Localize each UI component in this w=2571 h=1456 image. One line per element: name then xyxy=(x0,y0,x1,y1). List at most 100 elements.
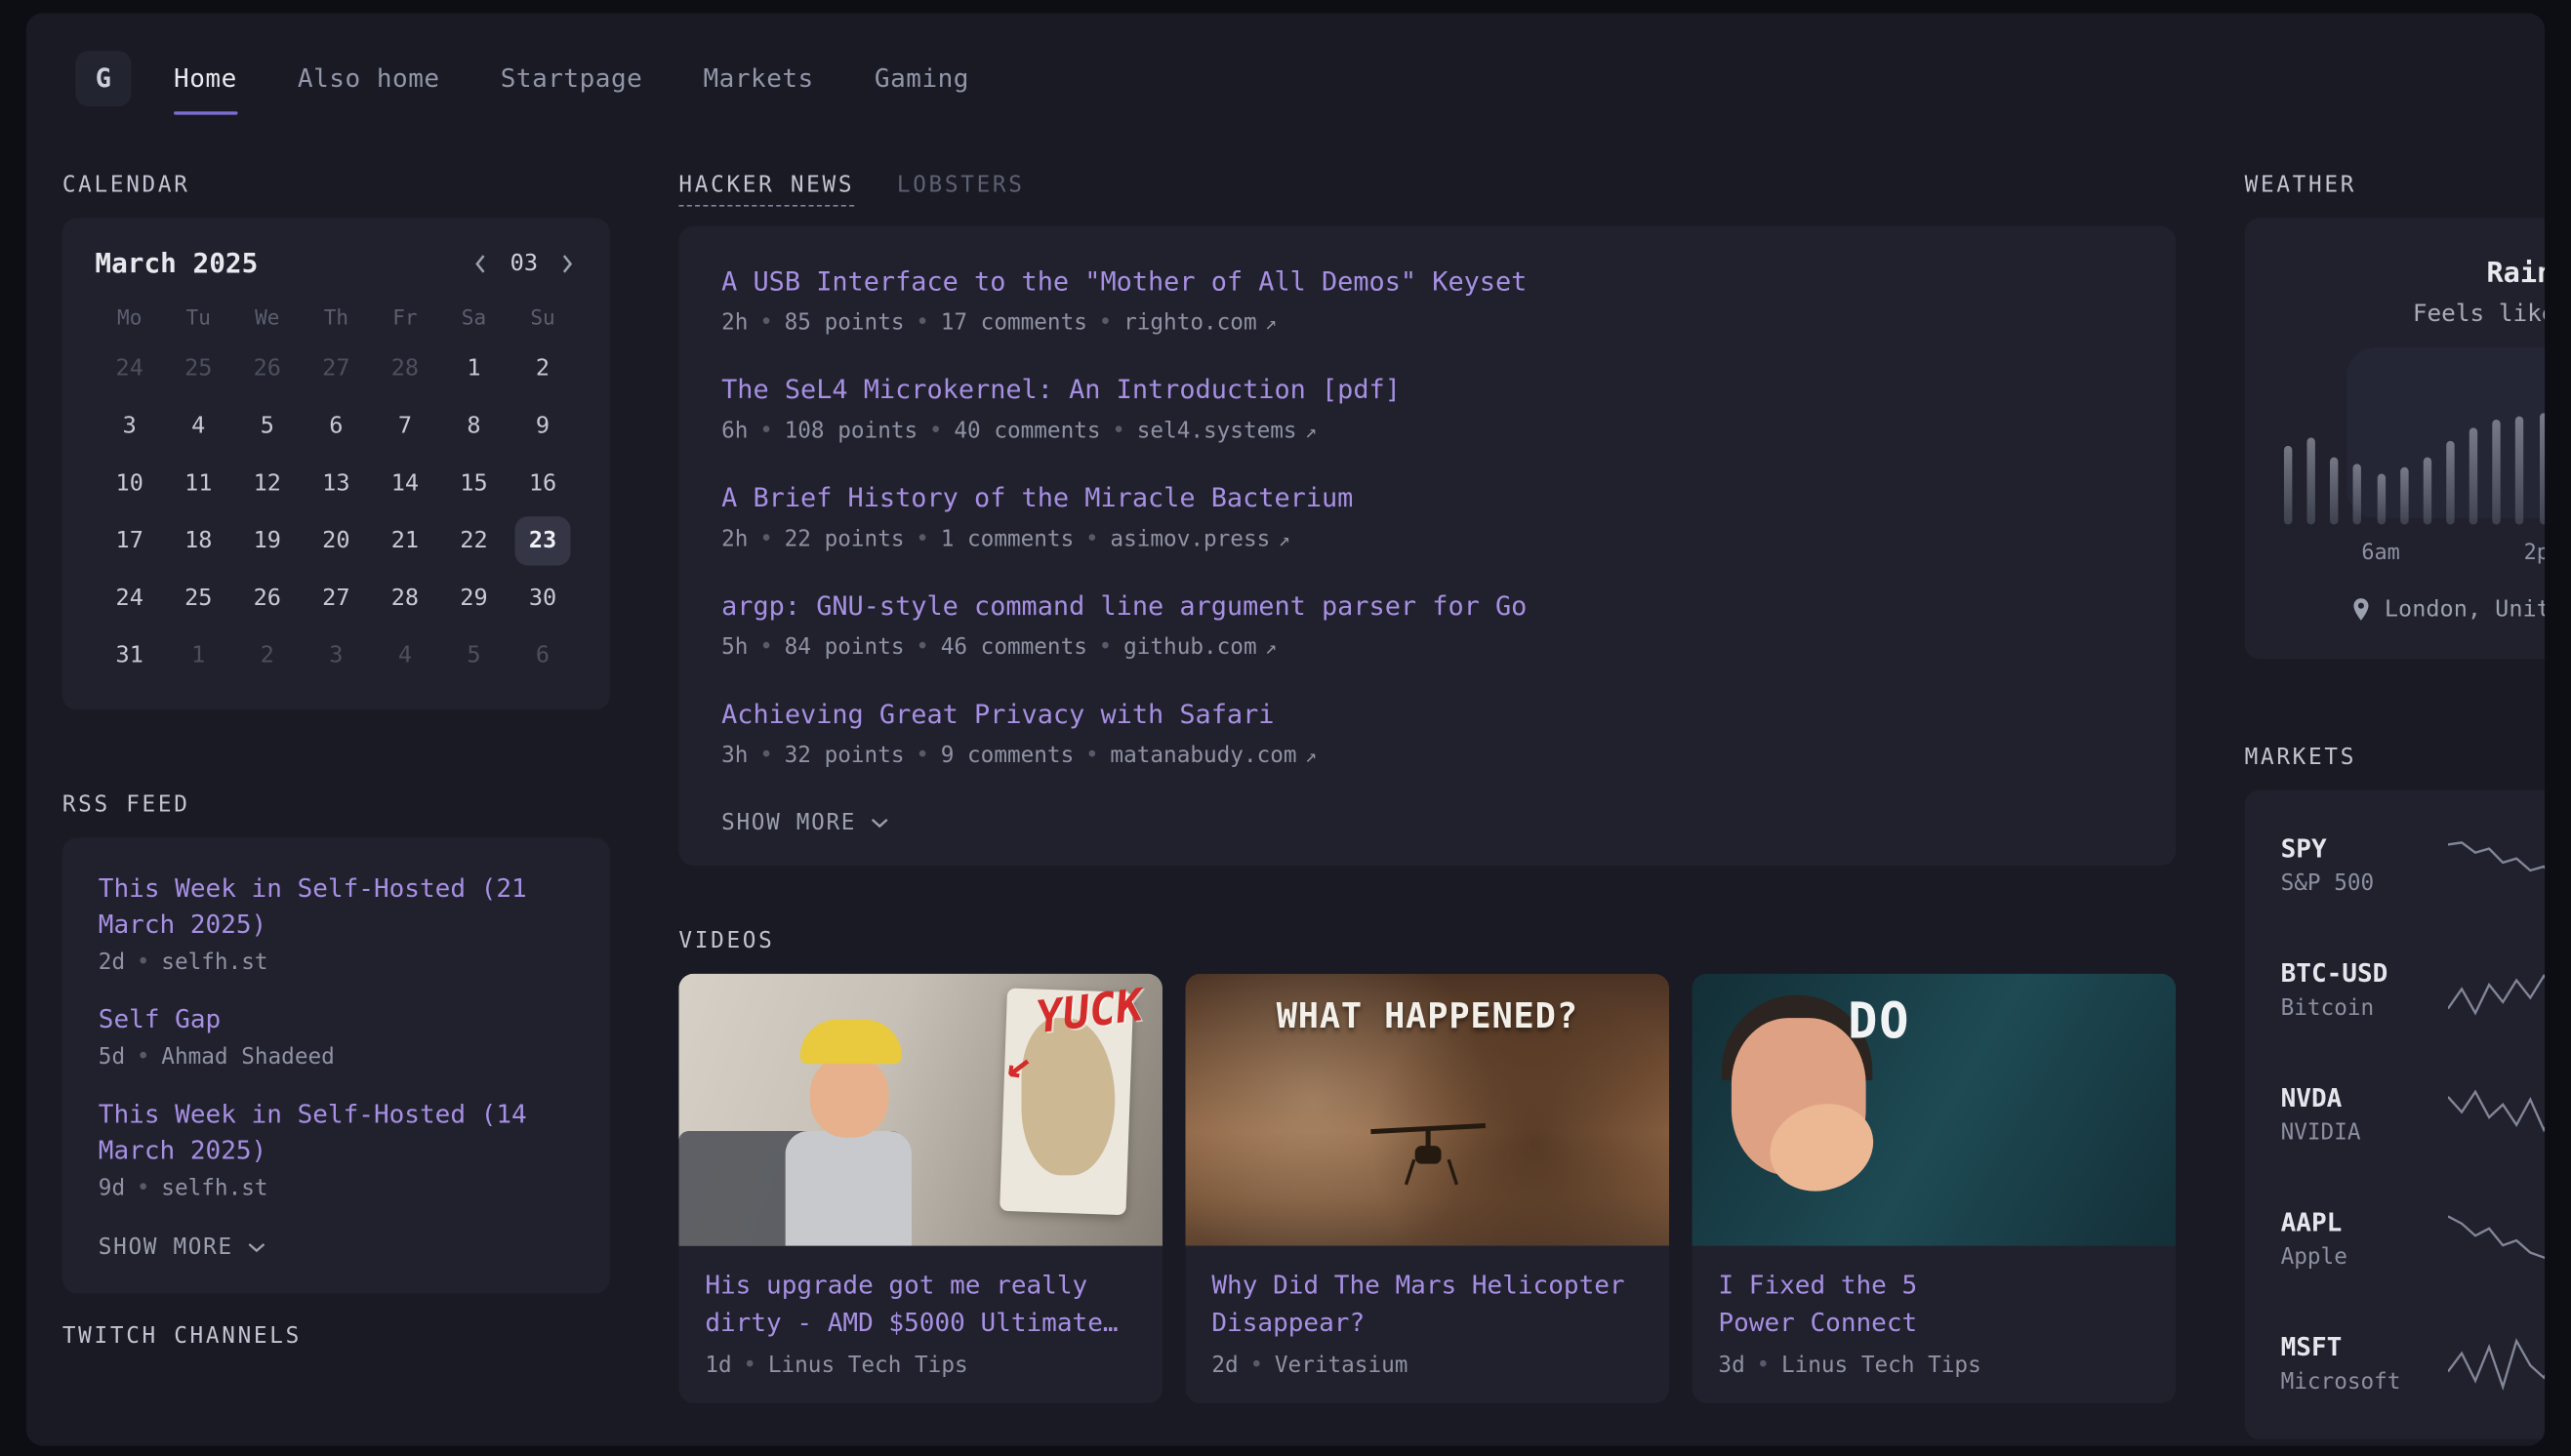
calendar-day[interactable]: 3 xyxy=(302,627,371,684)
calendar-day[interactable]: 21 xyxy=(371,511,440,569)
nav-item-startpage[interactable]: Startpage xyxy=(501,63,643,93)
hn-story-domain[interactable]: github.com↗ xyxy=(1123,634,1277,661)
calendar-day[interactable]: 16 xyxy=(509,454,578,511)
calendar-day[interactable]: 1 xyxy=(439,340,509,397)
calendar-day-number: 20 xyxy=(322,527,349,553)
calendar-day-number: 16 xyxy=(529,469,556,496)
external-link-icon: ↗ xyxy=(1305,745,1317,768)
market-ticker: SPY xyxy=(2281,834,2448,864)
weekday-label: Tu xyxy=(164,304,233,329)
hn-story-title[interactable]: argp: GNU-style command line argument pa… xyxy=(721,586,2133,626)
hn-story-domain[interactable]: righto.com↗ xyxy=(1123,309,1277,336)
calendar-day[interactable]: 14 xyxy=(371,454,440,511)
nav-item-home[interactable]: Home xyxy=(174,63,237,93)
video-card[interactable]: YUCK↙His upgrade got me really dirty - A… xyxy=(678,974,1163,1403)
calendar-day-number: 10 xyxy=(116,469,143,496)
app-logo[interactable]: G xyxy=(75,50,131,105)
hn-story-domain[interactable]: asimov.press↗ xyxy=(1110,526,1289,552)
video-title[interactable]: Why Did The Mars Helicopter Disappear? xyxy=(1185,1246,1669,1343)
market-row-btc-usd[interactable]: BTC-USDBitcoin+1.39%$84,999.29 xyxy=(2281,928,2545,1053)
calendar-day[interactable]: 24 xyxy=(95,569,164,627)
video-thumbnail: YUCK↙ xyxy=(678,974,1163,1246)
hn-story-title[interactable]: The SeL4 Microkernel: An Introduction [p… xyxy=(721,371,2133,410)
section-title-videos: VIDEOS xyxy=(678,928,2176,954)
calendar-day[interactable]: 15 xyxy=(439,454,509,511)
video-thumbnail: DO xyxy=(1693,974,2177,1246)
tab-lobsters[interactable]: LOBSTERS xyxy=(897,172,1025,206)
calendar-day[interactable]: 22 xyxy=(439,511,509,569)
calendar-day[interactable]: 5 xyxy=(439,627,509,684)
nav-item-gaming[interactable]: Gaming xyxy=(875,63,969,93)
calendar-day[interactable]: 3 xyxy=(95,397,164,455)
hn-story-title[interactable]: A Brief History of the Miracle Bacterium xyxy=(721,479,2133,518)
rss-item: Self Gap5d•Ahmad Shadeed xyxy=(99,1001,574,1071)
rss-show-more-button[interactable]: SHOW MORE xyxy=(99,1234,266,1261)
video-channel: Linus Tech Tips xyxy=(1781,1353,1981,1379)
hn-show-more-button[interactable]: SHOW MORE xyxy=(721,810,889,836)
calendar-day[interactable]: 1 xyxy=(164,627,233,684)
rss-item-title[interactable]: This Week in Self-Hosted (21 March 2025) xyxy=(99,870,574,943)
hn-story-title[interactable]: Achieving Great Privacy with Safari xyxy=(721,695,2133,734)
calendar-day[interactable]: 17 xyxy=(95,511,164,569)
hn-story-title[interactable]: A USB Interface to the "Mother of All De… xyxy=(721,263,2133,302)
calendar-day-today[interactable]: 23 xyxy=(509,511,578,569)
market-row-msft[interactable]: MSFTMicrosoft+1.14%$391.26 xyxy=(2281,1302,2545,1427)
hn-story-points: 84 points xyxy=(785,634,905,661)
nav-item-also-home[interactable]: Also home xyxy=(298,63,440,93)
video-card[interactable]: WHAT HAPPENED?Why Did The Mars Helicopte… xyxy=(1185,974,1669,1403)
calendar-day[interactable]: 24 xyxy=(95,340,164,397)
calendar-day[interactable]: 4 xyxy=(164,397,233,455)
calendar-day[interactable]: 18 xyxy=(164,511,233,569)
video-title[interactable]: I Fixed the 5 Power Connect xyxy=(1693,1246,2177,1343)
calendar-day-number: 26 xyxy=(254,355,281,382)
calendar-day[interactable]: 7 xyxy=(371,397,440,455)
bullet-separator: • xyxy=(1112,418,1125,444)
helicopter-mast-shape xyxy=(1425,1129,1430,1147)
video-title[interactable]: His upgrade got me really dirty - AMD $5… xyxy=(678,1246,1163,1343)
calendar-day[interactable]: 19 xyxy=(233,511,303,569)
calendar-day-number: 5 xyxy=(261,412,274,438)
market-row-nvda[interactable]: NVDANVIDIA-0.70%$117.70 xyxy=(2281,1052,2545,1177)
calendar-day[interactable]: 31 xyxy=(95,627,164,684)
calendar-day[interactable]: 13 xyxy=(302,454,371,511)
calendar-day[interactable]: 26 xyxy=(233,340,303,397)
calendar-day[interactable]: 28 xyxy=(371,340,440,397)
hn-story-meta: 6h•108 points•40 comments•sel4.systems↗ xyxy=(721,418,2133,444)
calendar-day[interactable]: 30 xyxy=(509,569,578,627)
calendar-day-number: 28 xyxy=(391,585,419,611)
hn-story-meta: 3h•32 points•9 comments•matanabudy.com↗ xyxy=(721,743,2133,769)
calendar-day[interactable]: 8 xyxy=(439,397,509,455)
calendar-day[interactable]: 20 xyxy=(302,511,371,569)
calendar-prev-button[interactable] xyxy=(470,250,490,276)
calendar-next-button[interactable] xyxy=(557,250,577,276)
hn-story-domain[interactable]: sel4.systems↗ xyxy=(1137,418,1317,444)
calendar-day[interactable]: 11 xyxy=(164,454,233,511)
calendar-day[interactable]: 29 xyxy=(439,569,509,627)
calendar-day[interactable]: 28 xyxy=(371,569,440,627)
calendar-day[interactable]: 27 xyxy=(302,340,371,397)
calendar-day[interactable]: 6 xyxy=(302,397,371,455)
video-card[interactable]: DOI Fixed the 5 Power Connect3d•Linus Te… xyxy=(1693,974,2177,1403)
market-row-aapl[interactable]: AAPLApple+1.95%$218.27 xyxy=(2281,1177,2545,1302)
hn-story-domain[interactable]: matanabudy.com↗ xyxy=(1110,743,1317,769)
tab-hacker-news[interactable]: HACKER NEWS xyxy=(678,172,854,206)
calendar-day[interactable]: 5 xyxy=(233,397,303,455)
calendar-day[interactable]: 12 xyxy=(233,454,303,511)
calendar-day[interactable]: 2 xyxy=(509,340,578,397)
calendar-day[interactable]: 4 xyxy=(371,627,440,684)
calendar-day[interactable]: 27 xyxy=(302,569,371,627)
rss-item-title[interactable]: This Week in Self-Hosted (14 March 2025) xyxy=(99,1097,574,1169)
calendar-day[interactable]: 9 xyxy=(509,397,578,455)
calendar-day[interactable]: 2 xyxy=(233,627,303,684)
calendar-day[interactable]: 6 xyxy=(509,627,578,684)
market-row-spy[interactable]: SPYS&P 500-0.27%$563.98 xyxy=(2281,803,2545,928)
map-pin-icon xyxy=(2351,597,2371,622)
nav-item-markets[interactable]: Markets xyxy=(703,63,813,93)
bullet-separator: • xyxy=(929,418,943,444)
calendar-day[interactable]: 10 xyxy=(95,454,164,511)
calendar-day[interactable]: 25 xyxy=(164,340,233,397)
rss-item-title[interactable]: Self Gap xyxy=(99,1001,574,1037)
calendar-day-number: 25 xyxy=(184,355,212,382)
calendar-day[interactable]: 25 xyxy=(164,569,233,627)
calendar-day[interactable]: 26 xyxy=(233,569,303,627)
